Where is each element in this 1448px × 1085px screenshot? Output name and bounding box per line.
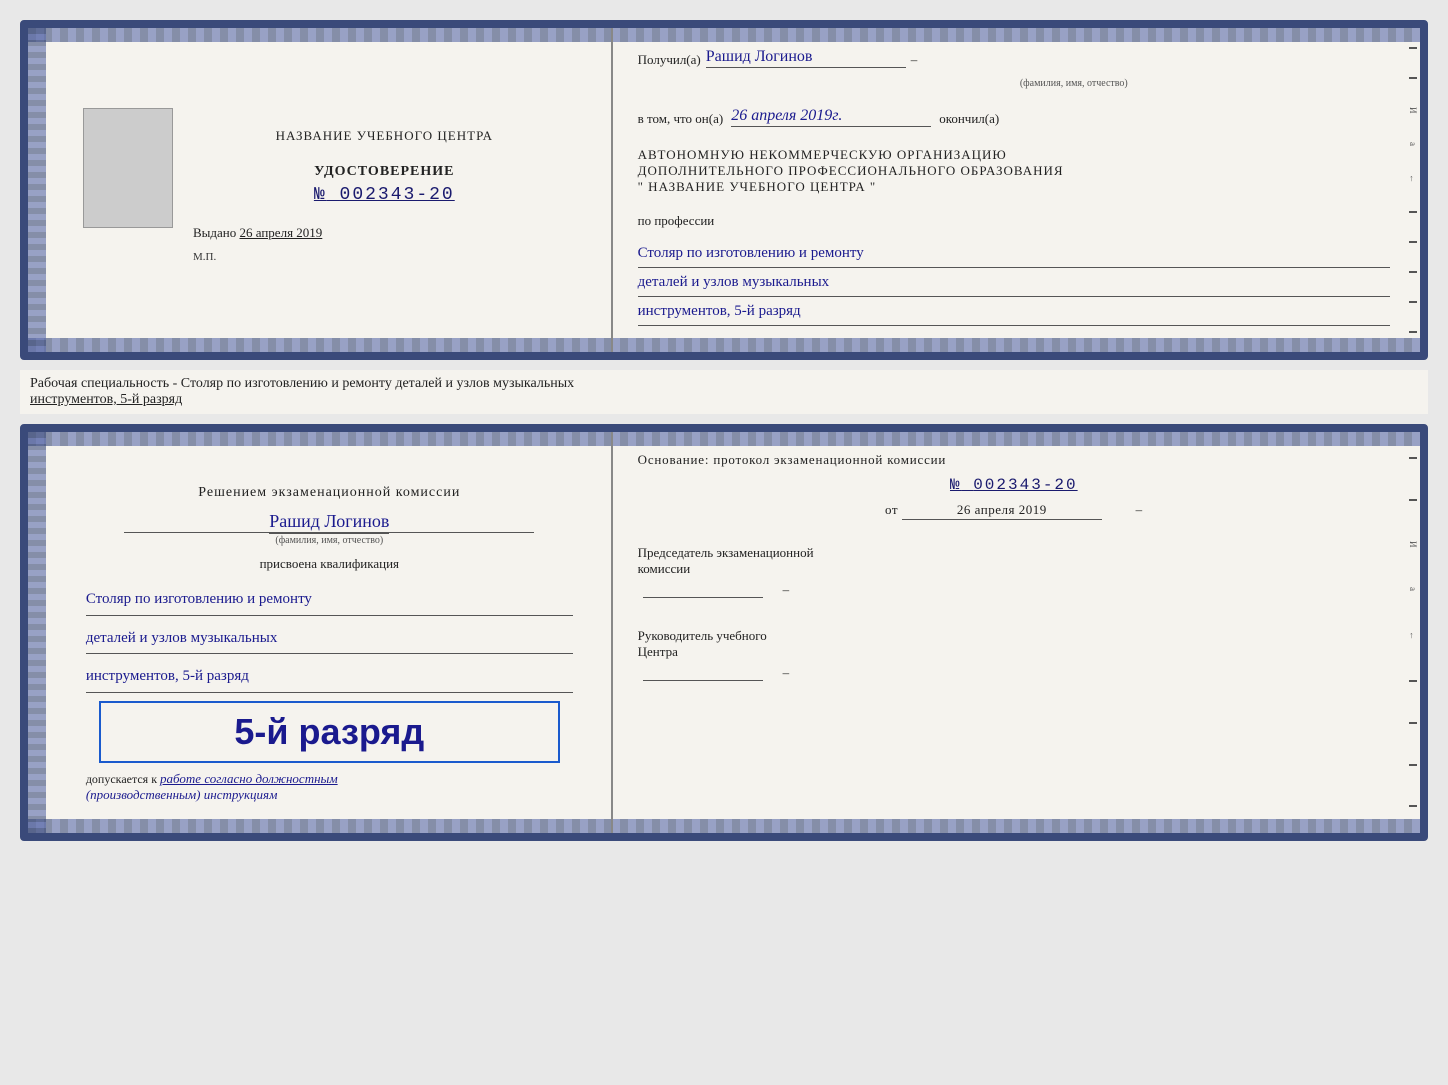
profession-label: по профессии: [638, 213, 715, 228]
profession-section: по профессии: [638, 213, 1390, 229]
strip-letter-a: а: [1408, 142, 1418, 146]
stamp-area: М.П.: [193, 251, 216, 263]
strip-dash: [1409, 805, 1417, 807]
strip-letter-left2: ←: [1408, 631, 1418, 640]
right-decorative-strip: И а ←: [1406, 28, 1420, 352]
strip-dash: [1409, 241, 1417, 243]
basis-label: Основание: протокол экзаменационной коми…: [638, 452, 947, 467]
head-line1: Руководитель учебного: [638, 628, 1390, 644]
dash-head: –: [783, 665, 790, 681]
number-value: 002343-20: [973, 476, 1077, 494]
qualification-line1: Столяр по изготовлению и ремонту: [86, 585, 573, 616]
chairman-line1: Председатель экзаменационной: [638, 545, 1390, 561]
doc2-fio-label: (фамилия, имя, отчество): [275, 535, 383, 546]
date-prefix: от: [885, 502, 898, 517]
allowed-line: допускается к работе согласно должностны…: [86, 771, 573, 803]
allowed-prefix: допускается к: [86, 772, 157, 786]
strip-letter-left: ←: [1408, 174, 1418, 183]
strip-dash: [1409, 680, 1417, 682]
strip-dash: [1409, 77, 1417, 79]
recipient-name: Рашид Логинов: [706, 48, 813, 65]
strip-dash: [1409, 499, 1417, 501]
org-line3: " НАЗВАНИЕ УЧЕБНОГО ЦЕНТРА ": [638, 179, 1390, 195]
between-text-underline: инструментов, 5-й разряд: [30, 392, 182, 407]
strip-letter-a2: а: [1408, 587, 1418, 591]
strip-letter-i2: И: [1408, 541, 1418, 548]
cert-number: № 002343-20: [314, 185, 455, 205]
document-1: НАЗВАНИЕ УЧЕБНОГО ЦЕНТРА УДОСТОВЕРЕНИЕ №…: [20, 20, 1428, 360]
recipient-line: Получил(а) Рашид Логинов –: [638, 48, 1390, 68]
head-signature-line: [643, 680, 763, 681]
allowed-text: работе согласно должностным: [160, 771, 338, 786]
training-center-label: НАЗВАНИЕ УЧЕБНОГО ЦЕНТРА: [276, 128, 493, 144]
completed-label: окончил(а): [939, 111, 999, 127]
org-line1: АВТОНОМНУЮ НЕКОММЕРЧЕСКУЮ ОРГАНИЗАЦИЮ: [638, 147, 1390, 163]
profession-handwritten-block: Столяр по изготовлению и ремонту деталей…: [638, 239, 1390, 326]
doc1-right-panel: И а ← Получил(а) Рашид Логинов – (фамили…: [613, 28, 1420, 352]
left-decorative-strip: [28, 28, 46, 352]
chairman-signature-line: [643, 597, 763, 598]
left-content-with-photo: НАЗВАНИЕ УЧЕБНОГО ЦЕНТРА УДОСТОВЕРЕНИЕ №…: [73, 78, 586, 263]
profession-line1: Столяр по изготовлению и ремонту: [638, 239, 1390, 268]
strip-dash: [1409, 331, 1417, 333]
strip-dash: [1409, 47, 1417, 49]
strip-dash: [1409, 271, 1417, 273]
doc2-left-panel: Решением экзаменационной комиссии Рашид …: [28, 432, 613, 833]
doc1-left-panel: НАЗВАНИЕ УЧЕБНОГО ЦЕНТРА УДОСТОВЕРЕНИЕ №…: [28, 28, 613, 352]
left-main-content: НАЗВАНИЕ УЧЕБНОГО ЦЕНТРА УДОСТОВЕРЕНИЕ №…: [183, 78, 586, 263]
cert-title: УДОСТОВЕРЕНИЕ: [314, 164, 454, 180]
fio-label-wrapper: (фамилия, имя, отчество): [758, 78, 1390, 89]
strip-dash: [1409, 764, 1417, 766]
strip-dash: [1409, 211, 1417, 213]
document-2: Решением экзаменационной комиссии Рашид …: [20, 424, 1428, 841]
doc2-right-panel: И а ← Основание: протокол экзаменационно…: [613, 432, 1420, 833]
profession-line2: деталей и узлов музыкальных: [638, 268, 1390, 297]
awarded-label: присвоена квалификация: [260, 556, 399, 572]
strip-dash: [1409, 457, 1417, 459]
head-line2: Центра: [638, 644, 1390, 660]
received-label: Получил(а): [638, 52, 701, 68]
basis-date-line: от 26 апреля 2019 –: [638, 502, 1390, 520]
dash-right: –: [1136, 502, 1143, 517]
rank-box: 5-й разряд: [99, 701, 560, 763]
fio-label: (фамилия, имя, отчество): [758, 78, 1390, 89]
commission-title: Решением экзаменационной комиссии: [198, 482, 460, 503]
chairman-line2: комиссии: [638, 561, 1390, 577]
left-decorative-strip-2: [28, 432, 46, 833]
recipient-name-field: Рашид Логинов: [706, 48, 906, 68]
chairman-section: Председатель экзаменационной комиссии –: [638, 545, 1390, 598]
between-text-prefix: Рабочая специальность - Столяр по изгото…: [30, 376, 574, 391]
in-that-line: в том, что он(а) 26 апреля 2019г. окончи…: [638, 107, 1390, 127]
allowed-text2: (производственным) инструкциям: [86, 787, 278, 802]
issued-label: Выдано: [193, 225, 236, 240]
photo-placeholder: [83, 108, 173, 228]
dash: –: [911, 52, 918, 68]
strip-dash: [1409, 301, 1417, 303]
strip-letter-i: И: [1408, 107, 1418, 114]
org-text: АВТОНОМНУЮ НЕКОММЕРЧЕСКУЮ ОРГАНИЗАЦИЮ ДО…: [638, 147, 1390, 195]
page-wrapper: НАЗВАНИЕ УЧЕБНОГО ЦЕНТРА УДОСТОВЕРЕНИЕ №…: [20, 20, 1428, 841]
rank-number: 5-й разряд: [113, 711, 546, 753]
issued-line: Выдано 26 апреля 2019: [193, 225, 322, 241]
strip-dash: [1409, 722, 1417, 724]
cert-number-prefix: №: [314, 185, 327, 205]
in-that-label: в том, что он(а): [638, 111, 724, 127]
between-label: Рабочая специальность - Столяр по изгото…: [20, 370, 1428, 414]
org-line2: ДОПОЛНИТЕЛЬНОГО ПРОФЕССИОНАЛЬНОГО ОБРАЗО…: [638, 163, 1390, 179]
basis-date: 26 апреля 2019: [902, 502, 1102, 520]
head-section: Руководитель учебного Центра –: [638, 628, 1390, 681]
cert-number-value: 002343-20: [340, 185, 455, 205]
completed-date: 26 апреля 2019г.: [731, 107, 931, 127]
basis-number: № 002343-20: [638, 476, 1390, 494]
profession-line3: инструментов, 5-й разряд: [638, 297, 1390, 326]
stamp-label: М.П.: [193, 251, 216, 263]
qualification-line3: инструментов, 5-й разряд: [86, 662, 573, 693]
number-prefix: №: [950, 476, 962, 494]
doc2-person-name: Рашид Логинов: [269, 511, 389, 534]
basis-section: Основание: протокол экзаменационной коми…: [638, 452, 1390, 520]
right-decorative-strip-2: И а ←: [1406, 432, 1420, 833]
qualification-line2: деталей и узлов музыкальных: [86, 624, 573, 655]
issued-date: 26 апреля 2019: [240, 225, 323, 240]
dash-chairman: –: [783, 582, 790, 598]
